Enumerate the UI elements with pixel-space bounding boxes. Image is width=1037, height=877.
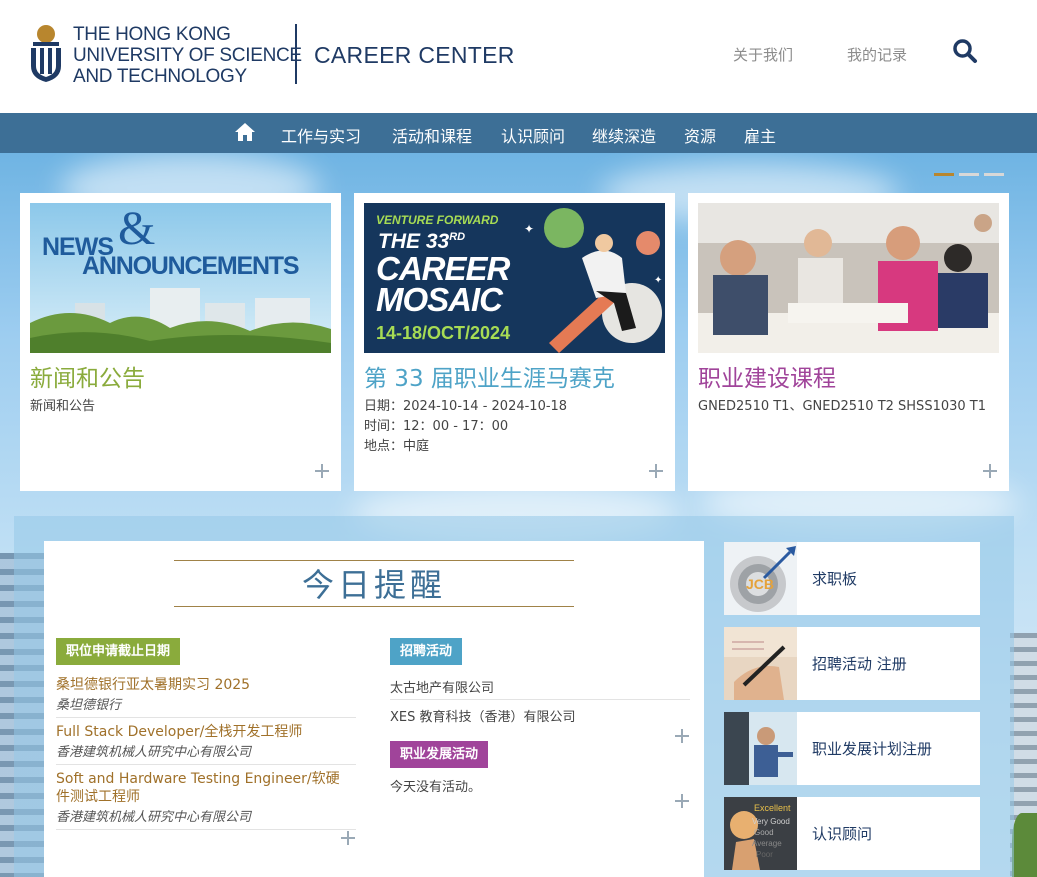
quick-link-label: 职业发展计划注册 xyxy=(812,740,933,758)
career-course-codes: GNED2510 T1、GNED2510 T2 SHSS1030 T1 xyxy=(698,399,986,414)
event-place-value: 中庭 xyxy=(403,439,430,454)
meet-advisors-image: Excellent Very Good Good Average Poor xyxy=(724,797,797,870)
career-center-title[interactable]: CAREER CENTER xyxy=(314,42,515,69)
mosaic-image-tagline: VENTURE FORWARD xyxy=(376,213,499,227)
home-icon[interactable] xyxy=(234,122,256,142)
job-title[interactable]: 桑坦德银行亚太暑期实习 2025 xyxy=(56,676,356,694)
quick-link-career-plan-register[interactable]: 职业发展计划注册 xyxy=(724,712,980,785)
slider-dot[interactable] xyxy=(959,173,979,176)
recruit-separator xyxy=(390,699,690,700)
job-board-image: JCB xyxy=(724,542,797,615)
rating-poor: Poor xyxy=(756,850,773,859)
job-title[interactable]: Full Stack Developer/全栈开发工程师 xyxy=(56,723,356,741)
rating-average: Average xyxy=(752,839,782,848)
logo-divider xyxy=(295,24,297,84)
nav-item-advisors[interactable]: 认识顾问 xyxy=(501,123,565,147)
nav-item-employers[interactable]: 雇主 xyxy=(744,123,776,147)
slider-dot[interactable] xyxy=(984,173,1004,176)
job-title-line2[interactable]: 件测试工程师 xyxy=(56,788,356,806)
recruitment-register-image xyxy=(724,627,797,700)
nav-item-further-study[interactable]: 继续深造 xyxy=(592,123,656,147)
career-mosaic-title[interactable]: 第 33 届职业生涯马赛克 xyxy=(364,359,615,393)
job-company: 香港建筑机械人研究中心有限公司 xyxy=(56,810,252,825)
university-name-line3: AND TECHNOLOGY xyxy=(73,66,247,87)
university-name-line2: UNIVERSITY OF SCIENCE xyxy=(73,45,302,66)
career-course-card[interactable]: 职业建设课程 GNED2510 T1、GNED2510 T2 SHSS1030 … xyxy=(688,193,1009,491)
today-title: 今日提醒 xyxy=(301,566,446,604)
svg-text:JCB: JCB xyxy=(746,576,774,592)
event-time-label: 时间： xyxy=(364,419,404,434)
job-separator xyxy=(56,829,356,830)
recruit-item[interactable]: 太古地产有限公司 xyxy=(390,677,494,696)
event-date-label: 日期： xyxy=(364,399,404,414)
my-records-link[interactable]: 我的记录 xyxy=(847,44,907,65)
quick-link-label: 求职板 xyxy=(812,570,858,588)
mosaic-image-mosaic: MOSAIC xyxy=(376,281,503,318)
today-reminders-panel: 今日提醒 职位申请截止日期 桑坦德银行亚太暑期实习 2025 桑坦德银行 Ful… xyxy=(44,541,704,877)
main-nav: 工作与实习 活动和课程 认识顾问 继续深造 资源 雇主 xyxy=(0,113,1037,153)
news-card-title[interactable]: 新闻和公告 xyxy=(30,359,145,393)
job-separator xyxy=(56,764,356,765)
news-image-announcements: ANNOUNCEMENTS xyxy=(82,252,300,280)
job-title-line1[interactable]: Soft and Hardware Testing Engineer/软硬 xyxy=(56,770,356,788)
svg-text:✦: ✦ xyxy=(524,222,534,236)
about-us-link[interactable]: 关于我们 xyxy=(733,44,793,65)
job-separator xyxy=(56,717,356,718)
career-activity-more-plus-icon[interactable] xyxy=(674,793,690,809)
nav-item-jobs[interactable]: 工作与实习 xyxy=(281,123,361,147)
recruit-more-plus-icon[interactable] xyxy=(674,728,690,744)
career-mosaic-image[interactable]: ✦ ✦ VENTURE FORWARD THE 33RD CAREER MOSA… xyxy=(364,203,665,353)
search-icon[interactable] xyxy=(952,38,978,64)
mosaic-more-plus-icon[interactable] xyxy=(648,463,664,479)
mosaic-image-dates: 14-18/OCT/2024 xyxy=(376,323,511,343)
news-card[interactable]: NEWS & ANNOUNCEMENTS 新闻和公告 新闻和公告 xyxy=(20,193,341,491)
career-course-title[interactable]: 职业建设课程 xyxy=(698,359,836,393)
event-place-label: 地点： xyxy=(364,439,404,454)
quick-link-meet-advisors[interactable]: Excellent Very Good Good Average Poor 认识… xyxy=(724,797,980,870)
svg-text:✦: ✦ xyxy=(654,275,662,286)
quick-link-job-board[interactable]: JCB 求职板 xyxy=(724,542,980,615)
event-date-value: 2024-10-14 - 2024-10-18 xyxy=(403,399,568,414)
nav-item-resources[interactable]: 资源 xyxy=(684,123,716,147)
mosaic-image-rd: RD xyxy=(449,231,466,243)
job-company: 桑坦德银行 xyxy=(56,698,122,713)
news-more-plus-icon[interactable] xyxy=(314,463,330,479)
event-time-row: 时间：12：00 - 17：00 xyxy=(364,415,508,434)
news-card-image[interactable]: NEWS & ANNOUNCEMENTS xyxy=(30,203,331,353)
news-card-text: 新闻和公告 xyxy=(30,399,96,414)
deadline-tag: 职位申请截止日期 xyxy=(56,638,181,665)
course-more-plus-icon[interactable] xyxy=(982,463,998,479)
quick-link-label: 招聘活动 注册 xyxy=(812,655,907,673)
site-header: THE HONG KONG UNIVERSITY OF SCIENCE AND … xyxy=(0,0,1037,113)
slider-dot-active[interactable] xyxy=(934,173,954,176)
career-plan-image xyxy=(724,712,797,785)
university-name-line1: THE HONG KONG xyxy=(73,24,231,45)
quick-link-recruitment-register[interactable]: 招聘活动 注册 xyxy=(724,627,980,700)
news-image-amp: & xyxy=(118,203,156,255)
university-name[interactable]: THE HONG KONG UNIVERSITY OF SCIENCE AND … xyxy=(73,24,302,87)
rating-very-good: Very Good xyxy=(752,817,790,826)
rating-excellent: Excellent xyxy=(754,803,791,813)
career-activity-empty: 今天没有活动。 xyxy=(390,780,482,795)
recruit-item[interactable]: XES 教育科技（香港）有限公司 xyxy=(390,706,576,725)
quick-link-label: 认识顾问 xyxy=(812,825,873,843)
recruit-tag: 招聘活动 xyxy=(390,638,463,665)
event-place-row: 地点：中庭 xyxy=(364,435,429,454)
career-activity-tag: 职业发展活动 xyxy=(390,741,489,768)
nav-item-events[interactable]: 活动和课程 xyxy=(392,123,472,147)
jobs-more-plus-icon[interactable] xyxy=(340,830,356,846)
rating-good: Good xyxy=(754,828,774,837)
trees-right xyxy=(1012,813,1037,877)
career-mosaic-card[interactable]: ✦ ✦ VENTURE FORWARD THE 33RD CAREER MOSA… xyxy=(354,193,675,491)
hkust-logo-icon[interactable] xyxy=(27,24,65,84)
job-company: 香港建筑机械人研究中心有限公司 xyxy=(56,745,252,760)
event-time-value: 12：00 - 17：00 xyxy=(403,419,509,434)
career-course-image[interactable] xyxy=(698,203,999,353)
event-date-row: 日期：2024-10-14 - 2024-10-18 xyxy=(364,395,567,414)
title-rule-bottom xyxy=(174,606,574,607)
